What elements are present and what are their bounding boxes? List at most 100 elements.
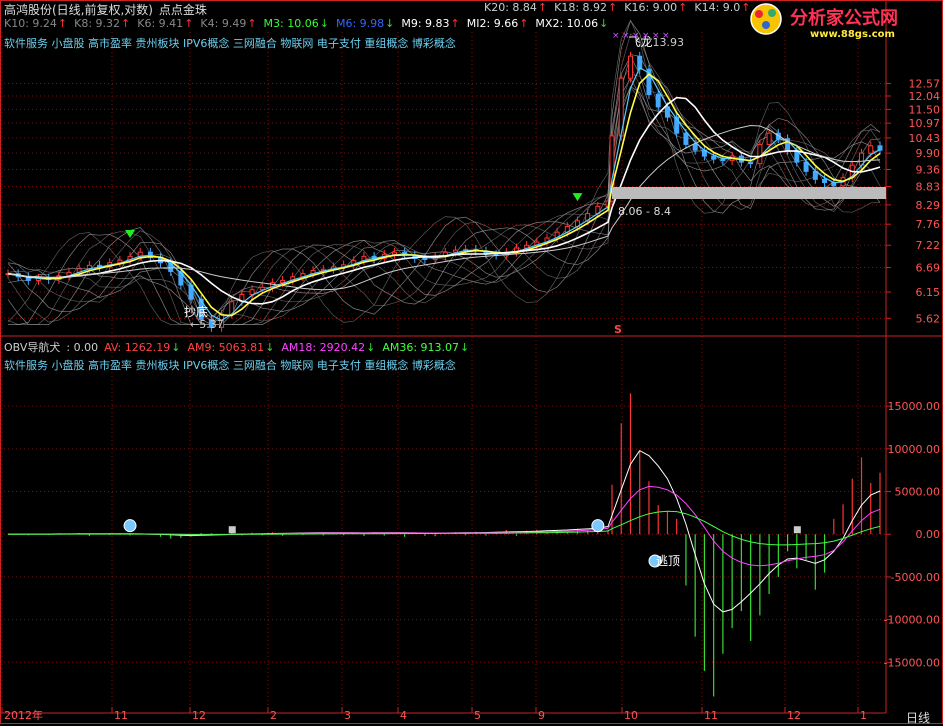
y-tick-label: 5.62 <box>916 312 941 325</box>
y-tick-label: 12.04 <box>909 90 941 103</box>
arrow-up-icon: ↑ <box>247 17 257 30</box>
logo-url: www.88gs.com <box>810 29 895 40</box>
obv-top-label: 逃顶 <box>656 554 680 568</box>
legend-item: AV: 1262.19 <box>104 341 171 354</box>
legend-item: AM18: 2920.42 <box>281 341 366 354</box>
candle-body <box>748 161 754 165</box>
x-tick-label: 2 <box>270 709 277 722</box>
x-tick-label: 11 <box>114 709 128 722</box>
arrow-up-icon: ↑ <box>519 17 529 30</box>
y-tick-label: 0.00 <box>916 528 941 541</box>
legend-item: : 0.00 <box>66 341 99 354</box>
ma-line-gray <box>7 124 881 291</box>
candle-body <box>452 249 458 253</box>
x-tick-label: 5 <box>474 709 481 722</box>
y-tick-label: 7.76 <box>916 218 941 231</box>
arrow-up-icon: ↑ <box>184 17 194 30</box>
logo-cn: 分析家公式网 <box>790 7 898 29</box>
range-label: 8.06 - 8.4 <box>618 205 671 218</box>
signal-x-icon: × <box>662 31 670 41</box>
y-tick-label: 9.36 <box>916 163 941 176</box>
obv-ball-icon <box>591 519 605 533</box>
main-header: 高鸿股份(日线,前复权,对数) 点点金珠 <box>4 1 209 18</box>
arrow-down-icon: ↓ <box>265 341 275 354</box>
y-tick-label: 11.50 <box>909 103 941 116</box>
y-tick-label: -10000.00 <box>884 614 940 627</box>
candle-body <box>757 143 763 165</box>
obv-square-icon <box>793 526 801 534</box>
legend-item: M9: 9.83 <box>401 17 450 30</box>
legend-item: K18: 8.92 <box>554 1 608 14</box>
y-tick-label: 9.90 <box>916 147 941 160</box>
arrow-up-icon: ↑ <box>678 1 688 14</box>
signal-x-icon: × <box>632 31 640 41</box>
buy-arrow-icon <box>572 193 583 202</box>
y-tick-label: 5000.00 <box>895 486 941 499</box>
y-tick-label: 12.57 <box>909 77 941 90</box>
arrow-down-icon: ↓ <box>385 17 395 30</box>
y-tick-label: 10.97 <box>909 117 941 130</box>
price-range-band <box>612 187 886 199</box>
legend-item: K8: 9.32 <box>74 17 121 30</box>
obv-line-am9 <box>8 449 881 613</box>
y-tick-label: 6.69 <box>916 261 941 274</box>
x-tick-label: 4 <box>400 709 407 722</box>
legend-item: K20: 8.84 <box>484 1 537 14</box>
candle-body <box>766 132 772 145</box>
x-tick-label: 2012年 <box>4 708 43 722</box>
site-logo: 分析家公式网 www.88gs.com <box>744 0 943 40</box>
x-tick-label: 3 <box>344 709 351 722</box>
obv-bars <box>7 393 881 697</box>
legend-item: MX2: 10.06 <box>535 17 599 30</box>
candle-body <box>249 289 255 295</box>
low-label: 抄底 <box>184 304 208 319</box>
arrow-up-icon: ↑ <box>450 17 460 30</box>
candle-body <box>422 257 428 260</box>
legend-item: AM36: 913.07 <box>382 341 460 354</box>
tick-labels: 5.62 6.15 6.69 7.22 7.76 8.29 8.83 9.36 9.90 10.4… <box>4 77 940 722</box>
stock-title: 高鸿股份(日线,前复权,对数) <box>4 3 153 17</box>
candle-body <box>683 132 689 145</box>
x-tick-label: 12 <box>787 709 801 722</box>
gray-fan-lines <box>7 19 881 325</box>
x-tick-label: 1 <box>860 709 867 722</box>
arrow-up-icon: ↑ <box>537 1 548 14</box>
concepts-bottom: 软件服务 小盘股 高市盈率 贵州板块 IPV6概念 三网融合 物联网 电子支付 … <box>4 359 456 372</box>
legend-item: M3: 10.06 <box>263 17 319 30</box>
legend-item: K6: 9.41 <box>137 17 184 30</box>
signal-x-icon: × <box>622 31 630 41</box>
y-tick-label: -5000.00 <box>891 571 940 584</box>
formula-name: 点点金珠 <box>158 3 207 17</box>
y-tick-label: 7.22 <box>916 239 941 252</box>
signal-x-icon: × <box>612 31 620 41</box>
arrow-up-icon: ↑ <box>57 17 68 30</box>
legend-item: K16: 9.00 <box>624 1 678 14</box>
obv-header: OBV导航犬: 0.00 AV: 1262.19↓ AM9: 5063.81↓ AM1… <box>4 339 476 355</box>
arrow-up-icon: ↑ <box>608 1 618 14</box>
candle-body <box>720 158 726 162</box>
gray-fan-line <box>7 73 881 325</box>
obv-lines <box>8 449 881 613</box>
obv-line-am36 <box>8 510 881 546</box>
candle-body <box>280 279 286 284</box>
y-tick-label: 8.29 <box>916 199 941 212</box>
x-tick-label: 9 <box>538 709 545 722</box>
low-value: ←5.37 <box>190 318 224 331</box>
ma-row-right: K20: 8.84↑ K18: 8.92↑ K16: 9.00↑ K14: 9.0↑ <box>484 1 758 14</box>
candle-body <box>868 145 874 154</box>
x-tick-label: 10 <box>624 709 638 722</box>
y-tick-label: 8.83 <box>916 180 941 193</box>
arrow-down-icon: ↓ <box>366 341 376 354</box>
arrow-down-icon: ↓ <box>319 17 329 30</box>
obv-ball-icon <box>123 519 137 533</box>
legend-item: K14: 9.0 <box>694 1 741 14</box>
obv-square-icon <box>228 526 236 534</box>
candle-body <box>655 94 661 108</box>
x-tick-label: 12 <box>192 709 206 722</box>
legend-item: K4: 9.49 <box>200 17 247 30</box>
signal-x-icon: × <box>642 31 650 41</box>
candle-body <box>803 161 809 172</box>
candle-body <box>391 251 397 255</box>
legend-item: MI2: 9.66 <box>466 17 519 30</box>
y-tick-label: 10.43 <box>909 132 941 145</box>
